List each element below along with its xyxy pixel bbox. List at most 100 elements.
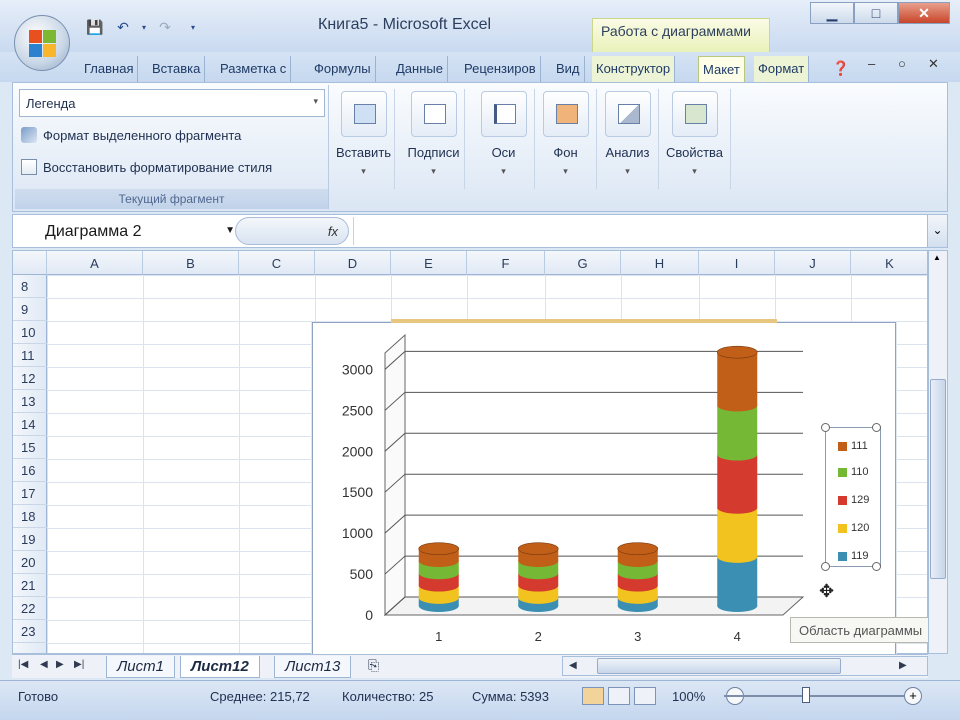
page-break-view-button[interactable] [634, 687, 656, 705]
row-header[interactable]: 19 [13, 528, 47, 551]
chart-elements-value: Легенда [26, 96, 76, 111]
zoom-slider-thumb[interactable] [802, 687, 810, 703]
tab-layout[interactable]: Макет [698, 56, 745, 82]
properties-button[interactable]: Свойства ▾ [659, 89, 731, 189]
bar-segment-base [418, 579, 459, 592]
resize-handle[interactable] [872, 423, 881, 432]
zoom-level[interactable]: 100% [672, 689, 705, 704]
row-header[interactable]: 22 [13, 597, 47, 620]
tab-review[interactable]: Рецензиров [460, 56, 541, 82]
row-header[interactable]: 8 [13, 275, 47, 298]
expand-formula-bar-icon[interactable]: ⌄ [927, 215, 947, 247]
column-header[interactable]: F [467, 251, 545, 275]
bar-segment-base [717, 600, 758, 612]
row-header[interactable]: 12 [13, 367, 47, 390]
scroll-up-icon[interactable]: ▲ [933, 253, 941, 262]
row-header[interactable]: 15 [13, 436, 47, 459]
tab-format[interactable]: Формат [754, 56, 810, 82]
help-icon[interactable]: ❓ [830, 58, 852, 78]
grid-line [143, 275, 144, 653]
vertical-scrollbar[interactable]: ▲ [928, 250, 948, 654]
prev-sheet-icon[interactable]: ◀ [40, 659, 48, 670]
horizontal-scroll-thumb[interactable] [597, 658, 841, 674]
page-layout-view-button[interactable] [608, 687, 630, 705]
column-header[interactable]: J [775, 251, 851, 275]
ribbon-tabs: Главная Вставка Разметка с Формулы Данны… [0, 52, 960, 82]
analysis-button[interactable]: Анализ ▾ [597, 89, 659, 189]
column-header[interactable]: I [699, 251, 775, 275]
row-header[interactable]: 21 [13, 574, 47, 597]
chart-area[interactable]: 0 500 1000 1500 2000 2500 3000 1 2 3 4 111 110 129… [312, 319, 896, 656]
column-header[interactable]: B [143, 251, 239, 275]
column-header[interactable]: G [545, 251, 621, 275]
bar-top [716, 345, 758, 359]
sheet-tab[interactable]: Лист1 [106, 656, 175, 678]
axes-button[interactable]: Оси ▾ [473, 89, 535, 189]
column-header[interactable]: K [851, 251, 927, 275]
insert-button[interactable]: Вставить ▾ [333, 89, 395, 189]
office-button[interactable] [14, 15, 70, 71]
undo-dropdown-icon[interactable]: ▾ [140, 17, 148, 37]
customize-qat-icon[interactable]: ▾ [182, 17, 204, 37]
row-header[interactable]: 9 [13, 298, 47, 321]
tab-insert[interactable]: Вставка [148, 56, 206, 82]
scroll-right-icon[interactable]: ▶ [899, 660, 907, 671]
column-header[interactable]: C [239, 251, 315, 275]
row-header[interactable]: 16 [13, 459, 47, 482]
name-box[interactable]: Диаграмма 2 ▼ [13, 217, 245, 245]
ribbon-close-icon[interactable]: ✕ [928, 56, 939, 72]
ribbon-minimize-icon[interactable]: ‒ [868, 56, 875, 71]
sheet-tab-active[interactable]: Лист12 [180, 656, 260, 678]
last-sheet-icon[interactable]: ▶| [74, 659, 84, 670]
chart-legend[interactable]: 111 110 129 120 119 [821, 423, 881, 571]
tab-data[interactable]: Данные [392, 56, 448, 82]
row-header[interactable]: 18 [13, 505, 47, 528]
select-all-corner[interactable] [13, 251, 47, 275]
legend-swatch [838, 495, 847, 505]
vertical-scroll-thumb[interactable] [930, 379, 946, 579]
undo-icon[interactable]: ↶ [112, 17, 134, 37]
resize-handle[interactable] [821, 562, 830, 571]
column-header[interactable]: H [621, 251, 699, 275]
maximize-button[interactable]: □ [854, 2, 898, 24]
resize-handle[interactable] [821, 423, 830, 432]
axes-label: Оси [491, 145, 516, 160]
horizontal-scrollbar[interactable]: ◀ ▶ [562, 656, 928, 676]
scroll-left-icon[interactable]: ◀ [569, 660, 577, 671]
tab-view[interactable]: Вид [552, 56, 585, 82]
row-header[interactable]: 10 [13, 321, 47, 344]
row-header[interactable]: 14 [13, 413, 47, 436]
tab-design[interactable]: Конструктор [592, 56, 676, 82]
tab-home[interactable]: Главная [80, 56, 139, 82]
insert-function-button[interactable]: fx [235, 217, 349, 245]
format-selection-button[interactable]: Формат выделенного фрагмента [21, 127, 241, 143]
close-button[interactable]: ✕ [898, 2, 950, 24]
row-header[interactable]: 11 [13, 344, 47, 367]
column-header[interactable]: E [391, 251, 467, 275]
tab-page-layout[interactable]: Разметка с [216, 56, 292, 82]
row-header[interactable]: 20 [13, 551, 47, 574]
insert-sheet-icon[interactable]: ⎘ [368, 657, 379, 674]
labels-button[interactable]: Подписи ▾ [403, 89, 465, 189]
resize-handle[interactable] [872, 562, 881, 571]
reset-style-button[interactable]: Восстановить форматирование стиля [21, 159, 272, 175]
row-header[interactable]: 23 [13, 620, 47, 643]
minimize-button[interactable]: ▁ [810, 2, 854, 24]
zoom-slider[interactable] [724, 695, 904, 697]
first-sheet-icon[interactable]: |◀ [18, 659, 28, 670]
normal-view-button[interactable] [582, 687, 604, 705]
column-header[interactable]: A [47, 251, 143, 275]
zoom-in-icon[interactable]: + [904, 687, 922, 705]
formula-input[interactable] [353, 217, 929, 245]
ribbon-restore-icon[interactable]: ○ [898, 56, 906, 71]
background-button[interactable]: Фон ▾ [535, 89, 597, 189]
save-icon[interactable]: 💾 [84, 17, 106, 37]
row-header[interactable]: 13 [13, 390, 47, 413]
column-header[interactable]: D [315, 251, 391, 275]
chart-elements-combo[interactable]: Легенда ▾ [19, 89, 325, 117]
row-header[interactable]: 17 [13, 482, 47, 505]
sheet-tab[interactable]: Лист13 [274, 656, 352, 678]
next-sheet-icon[interactable]: ▶ [56, 659, 64, 670]
tab-formulas[interactable]: Формулы [310, 56, 376, 82]
redo-icon[interactable]: ↷ [154, 17, 176, 37]
